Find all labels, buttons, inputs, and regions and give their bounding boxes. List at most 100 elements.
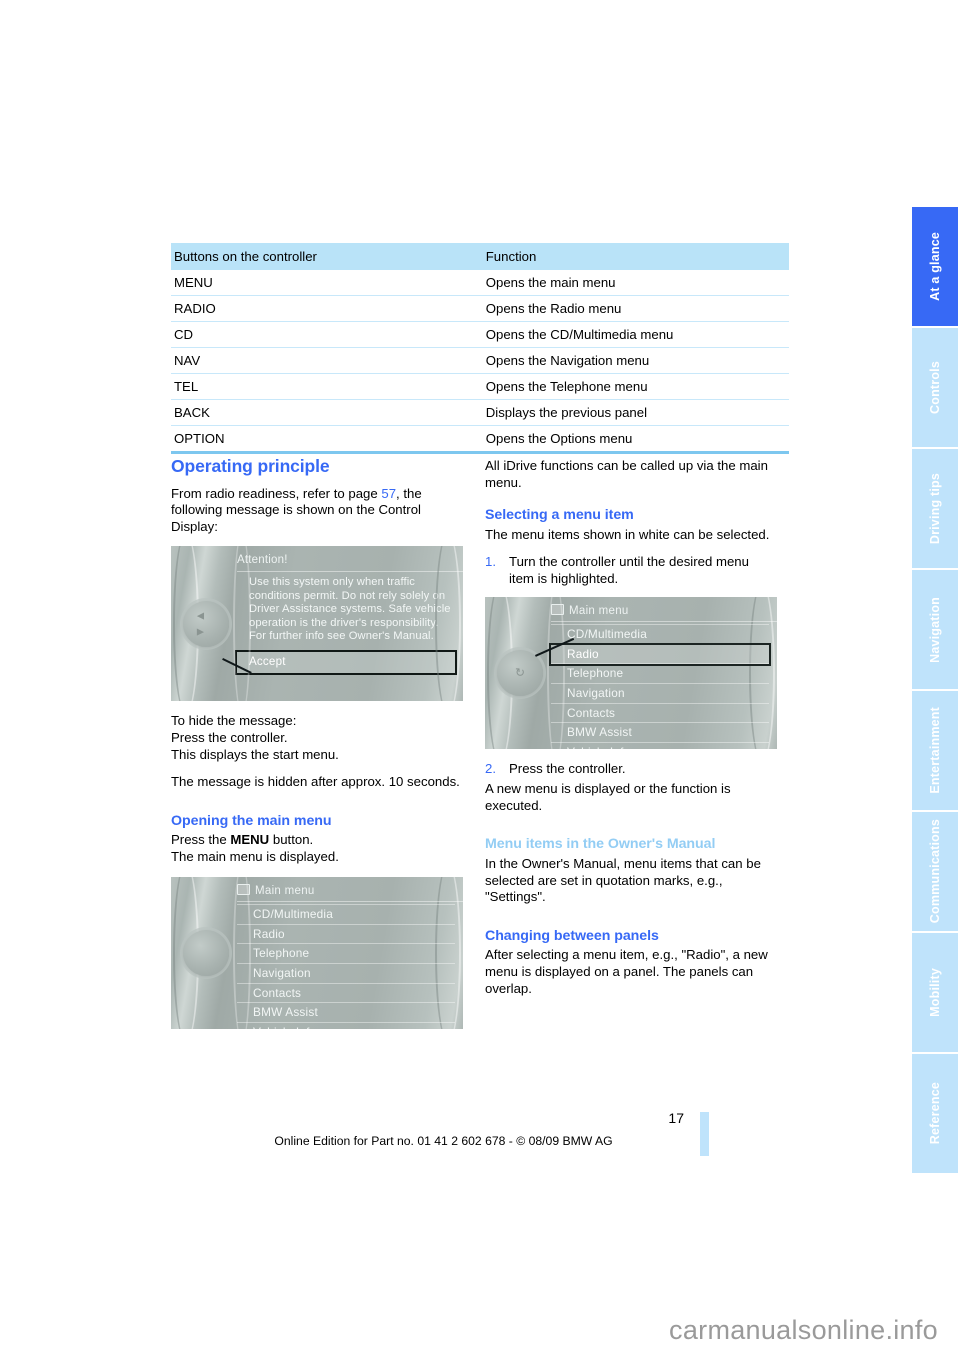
table-cell-button: RADIO [171, 295, 483, 322]
main-menu-title: Main menu [237, 883, 463, 903]
table-row: OPTION Opens the Options menu [171, 425, 789, 454]
table-cell-button: OPTION [171, 425, 483, 454]
attention-accept-button[interactable]: Accept [235, 649, 457, 675]
attention-body-text: Use this system only when traffic condit… [249, 575, 451, 643]
step-number: 2. [485, 760, 496, 776]
main-menu-item-contacts[interactable]: Contacts [551, 704, 769, 724]
menu-items-white-paragraph: The menu items shown in white can be sel… [485, 526, 770, 542]
sidebar-tab-driving-tips[interactable]: Driving tips [912, 449, 958, 568]
table-header-buttons: Buttons on the controller [171, 243, 483, 270]
sidebar-tab-label: Driving tips [928, 472, 942, 545]
table-cell-button: CD [171, 321, 483, 348]
sidebar-tab-label: Controls [928, 361, 942, 414]
attention-screen-image: ◄ ► Attention! Use this system only when… [171, 546, 463, 702]
table-row: CD Opens the CD/Multimedia menu [171, 321, 789, 348]
knob-arrows-icon: ◄ ► [194, 608, 207, 639]
main-menu-item-radio[interactable]: Radio [237, 925, 455, 945]
table-cell-function: Opens the Navigation menu [482, 347, 789, 374]
hide-message-line-3: This displays the start menu. [171, 746, 339, 762]
table-cell-function: Displays the previous panel [482, 399, 789, 426]
subheading-opening-the-main-menu: Opening the main menu [171, 812, 332, 829]
bezel-arc-icon [233, 546, 251, 702]
main-menu-item-cd-multimedia[interactable]: CD/Multimedia [551, 624, 769, 645]
knob-turn-icon: ↻ [514, 665, 526, 680]
main-menu-title-label: Main menu [569, 604, 629, 617]
table-header-row: Buttons on the controller Function [171, 243, 789, 270]
table-cell-function: Opens the Radio menu [482, 295, 789, 322]
table-row: RADIO Opens the Radio menu [171, 295, 789, 322]
step-item-2: 2. Press the controller. [485, 761, 777, 778]
main-menu-item-bmw-assist[interactable]: BMW Assist [237, 1003, 455, 1023]
main-menu-screen-image-left: Main menu CD/Multimedia Radio Telephone … [171, 876, 463, 1029]
sidebar-tab-label: Reference [928, 1082, 942, 1145]
main-menu-item-vehicle-info[interactable]: Vehicle Info [237, 1023, 455, 1029]
menu-disc-icon [237, 883, 250, 895]
press-text-before: Press the [171, 832, 231, 848]
footer-edition-text: Online Edition for Part no. 01 41 2 602 … [274, 1134, 613, 1148]
sidebar-tab-navigation[interactable]: Navigation [912, 570, 958, 689]
bottom-watermark: carmanualsonline.info [669, 1315, 938, 1345]
attention-title: Attention! [237, 552, 463, 572]
main-menu-title-label: Main menu [255, 884, 315, 897]
step-text: Turn the controller until the desired me… [509, 554, 749, 586]
page-cross-reference[interactable]: 57 [381, 486, 396, 501]
step-item-1: 1. Turn the controller until the desired… [485, 554, 777, 587]
table-cell-function: Opens the main menu [482, 270, 789, 296]
main-menu-item-bmw-assist[interactable]: BMW Assist [551, 723, 769, 743]
menu-button-name: MENU [230, 832, 270, 848]
sidebar-tab-controls[interactable]: Controls [912, 328, 958, 447]
table-header: Buttons on the controller Function [171, 243, 789, 270]
sidebar-tab-label: At a glance [928, 232, 942, 301]
sidebar-tab-communications[interactable]: Communications [912, 812, 958, 931]
main-menu-item-telephone[interactable]: Telephone [237, 944, 455, 964]
sidebar-tab-entertainment[interactable]: Entertainment [912, 691, 958, 810]
sidebar-tab-at-a-glance[interactable]: At a glance [912, 207, 958, 326]
pressing-steps-list: 2. Press the controller. [485, 761, 777, 778]
main-menu-item-cd-multimedia[interactable]: CD/Multimedia [237, 904, 455, 925]
left-text-column: Operating principle From radio readiness… [171, 456, 463, 1041]
subheading-selecting-a-menu-item: Selecting a menu item [485, 507, 634, 524]
message-hidden-paragraph: The message is hidden after approx. 10 s… [171, 774, 460, 790]
main-menu-displayed-line: The main menu is displayed. [171, 848, 339, 864]
page-content: Buttons on the controller Function MENU … [171, 0, 789, 1358]
step-text: Press the controller. [509, 760, 626, 776]
main-menu-item-navigation[interactable]: Navigation [237, 964, 455, 984]
main-menu-title: Main menu [551, 603, 777, 623]
hide-message-line-1: To hide the message: [171, 713, 297, 729]
main-menu-list: CD/Multimedia Radio Telephone Navigation… [549, 624, 771, 749]
subheading-menu-items-owners-manual: Menu items in the Owner's Manual [485, 836, 716, 853]
intro-text-before: From radio readiness, refer to page [171, 485, 382, 501]
owners-manual-paragraph: In the Owner's Manual, menu items that c… [485, 855, 761, 905]
hide-message-line-2: Press the controller. [171, 729, 288, 745]
sidebar-tab-mobility[interactable]: Mobility [912, 933, 958, 1052]
changing-panels-paragraph: After selecting a menu item, e.g., "Radi… [485, 947, 768, 996]
main-menu-item-navigation[interactable]: Navigation [551, 684, 769, 704]
selecting-steps-list: 1. Turn the controller until the desired… [485, 554, 777, 587]
sidebar-tab-reference[interactable]: Reference [912, 1054, 958, 1173]
idrive-functions-paragraph: All iDrive functions can be called up vi… [485, 458, 768, 490]
main-menu-list: CD/Multimedia Radio Telephone Navigation… [237, 904, 455, 1029]
table-cell-button: TEL [171, 373, 483, 400]
table-cell-button: BACK [171, 399, 483, 426]
menu-disc-icon [551, 603, 564, 615]
main-menu-item-contacts[interactable]: Contacts [237, 984, 455, 1004]
main-menu-item-vehicle-info[interactable]: Vehicle Info [551, 743, 769, 749]
sidebar-tab-label: Entertainment [928, 707, 942, 794]
table-cell-function: Opens the Options menu [482, 425, 789, 454]
main-menu-item-telephone[interactable]: Telephone [551, 664, 769, 684]
table-header-function: Function [482, 243, 789, 270]
table-body: MENU Opens the main menu RADIO Opens the… [171, 270, 789, 454]
controller-buttons-table: Buttons on the controller Function MENU … [171, 243, 789, 454]
section-heading-operating-principle: Operating principle [171, 456, 330, 476]
table-cell-button: NAV [171, 347, 483, 374]
intro-paragraph: From radio readiness, refer to page 57, … [171, 486, 463, 536]
press-menu-button-line: Press the MENU button. [171, 832, 463, 849]
table-cell-function: Opens the Telephone menu [482, 373, 789, 400]
table-row: MENU Opens the main menu [171, 270, 789, 296]
main-menu-screen-image-right: ↻ Main menu CD/Multimedia Radio Telephon… [485, 596, 777, 749]
step-number: 1. [485, 554, 496, 570]
sidebar-tab-label: Mobility [928, 968, 942, 1017]
page-number: 17 [668, 1110, 684, 1126]
new-menu-executed-paragraph: A new menu is displayed or the function … [485, 781, 731, 813]
main-menu-item-radio-highlighted[interactable]: Radio [549, 642, 771, 667]
